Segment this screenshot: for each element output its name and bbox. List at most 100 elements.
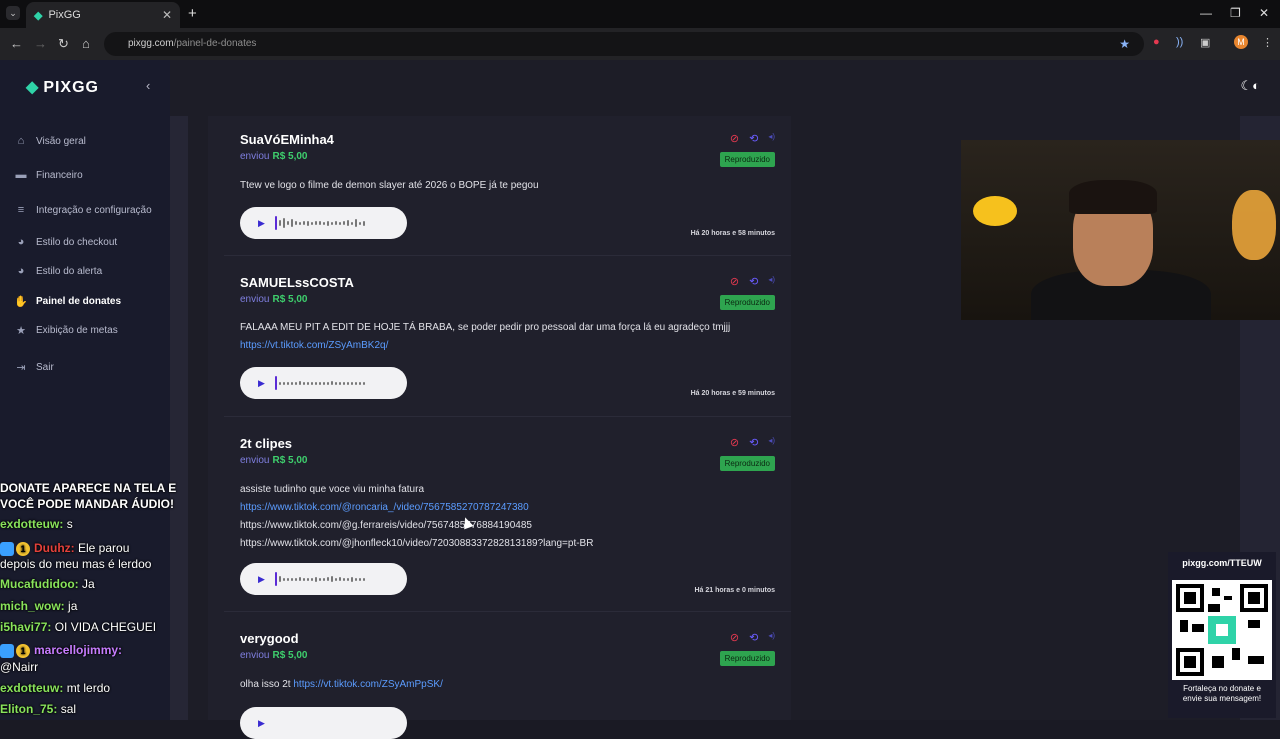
reload-icon[interactable]: ↻ (58, 36, 69, 52)
play-icon[interactable]: ▶ (258, 378, 265, 389)
chat-message-cont: depois do meu mas é lerdoo (0, 556, 151, 573)
top-bar: ☾◐ (170, 60, 1280, 116)
donor-name: verygood (240, 631, 299, 646)
chat-text: OI VIDA CHEGUEI (54, 620, 157, 634)
chat-username: Duuhz: (34, 541, 75, 555)
audio-waveform[interactable] (274, 572, 365, 586)
play-icon[interactable]: ▶ (258, 718, 265, 729)
volume-icon[interactable]: ◂) (768, 631, 775, 644)
status-badge: Reproduzido (719, 651, 775, 666)
tab-title: PixGG (48, 9, 81, 21)
sidebar-item-label: Exibição de metas (36, 324, 118, 336)
block-icon[interactable]: ⊘ (730, 631, 739, 644)
home-icon: ⌂ (17, 135, 25, 147)
tiktok-link[interactable]: https://vt.tiktok.com/ZSyAmBK2q/ (240, 340, 388, 351)
new-tab-button[interactable]: + (188, 5, 197, 22)
donation-icon: ✋ (14, 295, 28, 308)
play-icon[interactable]: ▶ (258, 218, 265, 229)
status-badge: Reproduzido (719, 456, 775, 471)
audio-player[interactable]: ▶ (240, 563, 407, 595)
sidebar-item-integracao[interactable]: ≡ Integração e configuração (14, 203, 152, 217)
audio-player[interactable]: ▶ (240, 707, 407, 739)
sidebar-item-visao-geral[interactable]: ⌂ Visão geral (14, 134, 86, 148)
donations-list: SuaVóEMinha4 enviou R$ 5,00 ⊘ ⟲ ◂) Reprod… (208, 116, 791, 739)
close-window-icon[interactable]: ✕ (1259, 6, 1269, 20)
chat-text: depois do meu mas é lerdoo (0, 557, 152, 571)
donation-card: SAMUELssCOSTA enviou R$ 5,00 ⊘ ⟲ ◂) Repro… (224, 259, 791, 417)
status-badge: Reproduzido (719, 295, 775, 310)
sidebar-item-painel-donates[interactable]: ✋ Painel de donates (14, 294, 121, 308)
extension-icon[interactable]: ● (1153, 36, 1160, 48)
donation-amount: R$ 5,00 (272, 151, 308, 162)
status-badge: Reproduzido (719, 152, 775, 167)
message-text: FALAAA MEU PIT A EDIT DE HOJE TÁ BRABA, … (240, 322, 731, 333)
sent-label: enviou (240, 294, 270, 305)
chat-banner-line: DONATE APARECE NA TELA E (0, 481, 177, 495)
address-bar[interactable]: pixgg.com/painel-de-donates ★ (104, 32, 1144, 56)
replay-icon[interactable]: ⟲ (749, 631, 758, 644)
block-icon[interactable]: ⊘ (730, 275, 739, 288)
minimize-icon[interactable]: — (1200, 6, 1212, 20)
sidebar-item-label: Integração e configuração (36, 204, 152, 216)
browser-toolbar: ← → ↻ ⌂ pixgg.com/painel-de-donates ★ ● … (0, 28, 1280, 60)
browser-tab[interactable]: ◆ PixGG ✕ (26, 2, 180, 28)
donor-name: SAMUELssCOSTA (240, 275, 354, 290)
sent-label: enviou (240, 151, 270, 162)
tab-search-button[interactable]: ⌄ (6, 6, 20, 20)
replay-icon[interactable]: ⟲ (749, 275, 758, 288)
donation-amount-line: enviou R$ 5,00 (240, 151, 308, 162)
profile-avatar[interactable]: M (1234, 35, 1248, 49)
palette-icon: ◕ (17, 265, 25, 277)
block-icon[interactable]: ⊘ (730, 436, 739, 449)
subscriber-badge-icon (0, 541, 14, 556)
media-icon[interactable]: )) (1176, 36, 1183, 48)
forward-icon[interactable]: → (34, 36, 47, 51)
chat-text: sal (60, 702, 77, 716)
chat-message: 1 Duuhz: Ele parou (0, 540, 129, 557)
home-button-icon[interactable]: ⌂ (82, 36, 90, 51)
chat-username: Eliton_75: (0, 702, 58, 716)
browser-menu-icon[interactable]: ⋮ (1262, 36, 1273, 49)
restore-icon[interactable]: ❐ (1230, 6, 1241, 20)
audio-player[interactable]: ▶ (240, 367, 407, 399)
extensions-puzzle-icon[interactable]: ▣ (1200, 36, 1210, 49)
back-icon[interactable]: ← (10, 36, 23, 51)
bookmark-star-icon[interactable]: ★ (1119, 32, 1130, 56)
chat-message: exdotteuw: s (0, 516, 73, 533)
block-icon[interactable]: ⊘ (730, 132, 739, 145)
replay-icon[interactable]: ⟲ (749, 132, 758, 145)
donation-card: SuaVóEMinha4 enviou R$ 5,00 ⊘ ⟲ ◂) Reprod… (224, 116, 791, 256)
volume-icon[interactable]: ◂) (768, 436, 775, 449)
sidebar-item-estilo-alerta[interactable]: ◕ Estilo do alerta (14, 264, 102, 278)
audio-waveform[interactable] (274, 216, 365, 230)
url-path: /painel-de-donates (173, 38, 257, 49)
donation-actions: ⊘ ⟲ ◂) (730, 275, 775, 288)
pixgg-favicon-icon: ◆ (34, 9, 43, 22)
sidebar-item-financeiro[interactable]: ▬ Financeiro (14, 168, 83, 182)
play-icon[interactable]: ▶ (258, 574, 265, 585)
donation-amount: R$ 5,00 (272, 294, 308, 305)
replay-icon[interactable]: ⟲ (749, 436, 758, 449)
sidebar-item-sair[interactable]: ⇥ Sair (14, 360, 53, 374)
tiktok-link[interactable]: https://www.tiktok.com/@roncaria_/video/… (240, 502, 529, 513)
sidebar-item-estilo-checkout[interactable]: ◕ Estilo do checkout (14, 235, 118, 249)
donation-actions: ⊘ ⟲ ◂) (730, 132, 775, 145)
brand-logo[interactable]: ◆ PIXGG (26, 77, 99, 97)
webcam-overlay (961, 140, 1280, 320)
tiktok-link[interactable]: https://vt.tiktok.com/ZSyAmPpSK/ (293, 679, 443, 690)
collapse-sidebar-icon[interactable]: ‹ (146, 78, 150, 93)
volume-icon[interactable]: ◂) (768, 275, 775, 288)
theme-toggle-icon[interactable]: ☾◐ (1240, 78, 1260, 94)
url-host: pixgg.com (128, 38, 174, 49)
donation-amount: R$ 5,00 (272, 650, 308, 661)
sidebar-item-label: Estilo do alerta (36, 265, 103, 277)
streamer-hair (1069, 180, 1157, 214)
sidebar-item-exibicao-metas[interactable]: ★ Exibição de metas (14, 323, 118, 337)
caption-line: Fortaleça no donate e (1183, 684, 1261, 693)
close-tab-icon[interactable]: ✕ (162, 8, 172, 22)
audio-waveform[interactable] (274, 376, 365, 390)
volume-icon[interactable]: ◂) (768, 132, 775, 145)
audio-player[interactable]: ▶ (240, 207, 407, 239)
chat-username: exdotteuw: (0, 681, 64, 695)
donation-amount-line: enviou R$ 5,00 (240, 650, 308, 661)
